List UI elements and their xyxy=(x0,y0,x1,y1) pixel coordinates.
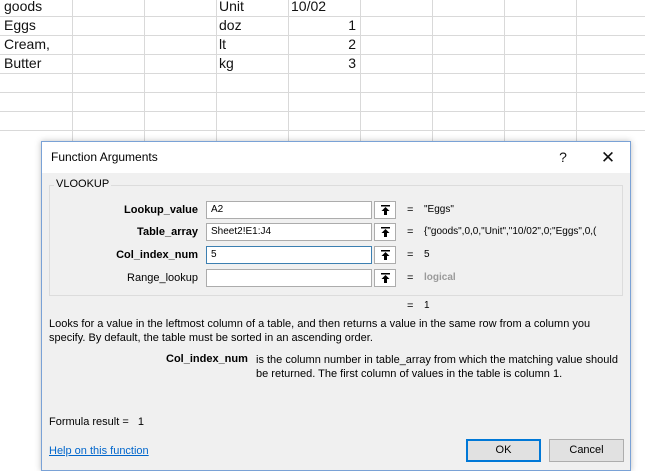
range-lookup-result: logical xyxy=(424,272,456,283)
lookup-value-result: "Eggs" xyxy=(424,204,454,215)
table-array-collapse-button[interactable] xyxy=(374,223,396,241)
equals-sign: = xyxy=(407,272,414,284)
cell-d1[interactable]: 10/02 xyxy=(291,0,357,16)
equals-sign: = xyxy=(407,249,414,261)
cell-c2[interactable]: doz xyxy=(219,16,285,35)
cell-c3[interactable]: lt xyxy=(219,35,285,54)
parameter-description: is the column number in table_array from… xyxy=(256,354,618,380)
formula-result-label: Formula result = xyxy=(49,416,129,428)
col-index-num-label: Col_index_num xyxy=(116,249,198,261)
help-on-function-link[interactable]: Help on this function xyxy=(49,445,149,457)
function-name-label: VLOOKUP xyxy=(54,178,112,190)
formula-result: Formula result = 1 xyxy=(49,416,144,428)
cell-c4[interactable]: kg xyxy=(219,54,285,73)
range-lookup-input[interactable] xyxy=(206,269,372,287)
cancel-button[interactable]: Cancel xyxy=(549,439,624,462)
cell-a2[interactable]: Eggs xyxy=(4,16,70,35)
lookup-value-label: Lookup_value xyxy=(124,204,198,216)
table-array-result: {"goods",0,0,"Unit","10/02",0;"Eggs",0,( xyxy=(424,226,597,237)
grid-line xyxy=(0,73,645,74)
dialog-title: Function Arguments xyxy=(51,150,158,164)
lookup-value-collapse-button[interactable] xyxy=(374,201,396,219)
function-result-value: 1 xyxy=(424,300,430,311)
collapse-arrow-icon xyxy=(381,205,390,215)
table-array-input[interactable]: Sheet2!E1:J4 xyxy=(206,223,372,241)
close-button[interactable]: ✕ xyxy=(586,142,630,173)
collapse-arrow-icon xyxy=(381,250,390,260)
col-index-num-input[interactable]: 5 xyxy=(206,246,372,264)
equals-sign: = xyxy=(407,300,414,312)
ok-button[interactable]: OK xyxy=(466,439,541,462)
formula-result-value: 1 xyxy=(137,416,144,428)
range-lookup-label: Range_lookup xyxy=(127,272,198,284)
dialog-titlebar[interactable]: Function Arguments ? ✕ xyxy=(42,142,630,173)
cell-d3[interactable]: 2 xyxy=(290,35,356,54)
collapse-arrow-icon xyxy=(381,227,390,237)
function-arguments-dialog: Function Arguments ? ✕ VLOOKUP Lookup_va… xyxy=(41,141,631,471)
col-index-num-collapse-button[interactable] xyxy=(374,246,396,264)
range-lookup-collapse-button[interactable] xyxy=(374,269,396,287)
grid-line xyxy=(0,130,645,131)
function-description: Looks for a value in the leftmost column… xyxy=(49,318,591,344)
cell-c1[interactable]: Unit xyxy=(219,0,285,16)
cell-d4[interactable]: 3 xyxy=(290,54,356,73)
cell-d2[interactable]: 1 xyxy=(290,16,356,35)
cell-a3[interactable]: Cream, xyxy=(4,35,70,54)
equals-sign: = xyxy=(407,204,414,216)
cell-a4[interactable]: Butter xyxy=(4,54,70,73)
cell-a1[interactable]: goods xyxy=(4,0,70,16)
close-icon: ✕ xyxy=(600,148,616,167)
equals-sign: = xyxy=(407,226,414,238)
parameter-name: Col_index_num xyxy=(166,353,248,365)
col-index-num-result: 5 xyxy=(424,249,430,260)
grid-line xyxy=(0,111,645,112)
lookup-value-input[interactable]: A2 xyxy=(206,201,372,219)
help-button[interactable]: ? xyxy=(541,142,585,173)
table-array-label: Table_array xyxy=(137,226,198,238)
grid-line xyxy=(0,92,645,93)
collapse-arrow-icon xyxy=(381,273,390,283)
